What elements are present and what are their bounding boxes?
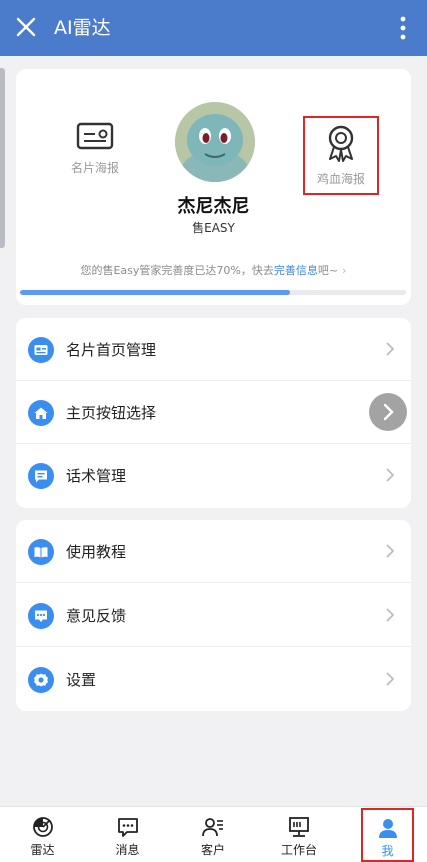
card-icon [28,337,54,363]
menu-item-label: 设置 [66,671,97,689]
tab-me[interactable]: 我 [361,808,414,862]
divider [16,646,411,647]
chevron-right-icon: › [342,264,347,277]
floating-assist-button[interactable] [369,393,407,431]
avatar[interactable] [175,102,255,182]
user-name: 杰尼杰尼 [177,196,250,217]
menu-item-card-home[interactable]: 名片首页管理 [16,318,411,381]
menu-item-scripts[interactable]: 话术管理 [16,444,411,507]
chevron-right-icon [386,468,395,482]
profile-card: 名片海报 鸡血海报 杰尼杰尼 售EASY 您的售Easy管家完善度已达70%，快… [16,69,411,305]
book-icon [28,539,54,565]
chevron-right-icon [386,608,395,622]
chevron-right-icon [386,672,395,686]
chevron-right-icon [386,544,395,558]
menu-item-label: 意见反馈 [66,607,127,625]
menu-item-label: 话术管理 [66,467,127,485]
menu-group-support: 使用教程 意见反馈 设置 [16,520,411,711]
tab-label: 雷达 [30,843,55,857]
menu-item-label: 使用教程 [66,543,127,561]
chat-icon [28,463,54,489]
customer-icon [202,818,223,837]
tab-messages[interactable]: 消息 [85,807,170,862]
menu-item-tutorial[interactable]: 使用教程 [16,520,411,583]
bottom-tab-bar: 雷达 消息 客户 工作台 我 [0,806,427,862]
tab-customers[interactable]: 客户 [170,807,256,862]
chevron-right-icon [386,342,395,356]
award-ribbon-icon [328,125,354,162]
home-icon [28,400,54,426]
completion-progress-fill [20,290,291,295]
menu-item-label: 主页按钮选择 [66,404,157,422]
message-icon [117,818,138,837]
page-title: AI雷达 [54,17,111,39]
motivation-poster-button[interactable]: 鸡血海报 [303,116,379,195]
radar-icon [32,817,53,837]
completion-hint[interactable]: 您的售Easy管家完善度已达70%，快去完善信息吧~ › [16,262,411,278]
chevron-right-icon [383,403,394,421]
motivation-poster-label: 鸡血海报 [316,172,365,186]
card-poster-button[interactable]: 名片海报 [56,121,134,199]
tab-radar[interactable]: 雷达 [0,807,85,862]
tab-label: 消息 [115,843,140,857]
company-name: 售EASY [192,221,235,235]
more-options-icon[interactable] [391,14,415,42]
avatar-image [175,102,255,182]
close-icon[interactable] [12,13,40,41]
menu-item-feedback[interactable]: 意见反馈 [16,584,411,647]
tab-label: 客户 [200,843,225,857]
title-bar: AI雷达 [0,0,427,56]
tab-label: 我 [381,844,394,858]
menu-item-home-button[interactable]: 主页按钮选择 [16,381,411,444]
settings-icon [28,667,54,693]
menu-group-management: 名片首页管理 主页按钮选择 话术管理 [16,318,411,508]
menu-item-settings[interactable]: 设置 [16,648,411,711]
me-icon [378,819,397,838]
card-poster-label: 名片海报 [70,161,119,175]
workbench-icon [289,817,309,837]
hint-prefix: 您的售Easy管家完善度已达70%，快去 [80,264,274,277]
feedback-icon [28,603,54,629]
business-card-icon [76,122,114,150]
menu-item-label: 名片首页管理 [66,341,157,359]
completion-progress-bar [20,290,406,295]
tab-label: 工作台 [280,843,317,857]
tab-workbench[interactable]: 工作台 [256,807,342,862]
hint-suffix: 吧~ [317,264,339,277]
edge-handle [0,68,5,248]
complete-info-link[interactable]: 完善信息 [274,264,318,277]
divider [16,582,411,583]
